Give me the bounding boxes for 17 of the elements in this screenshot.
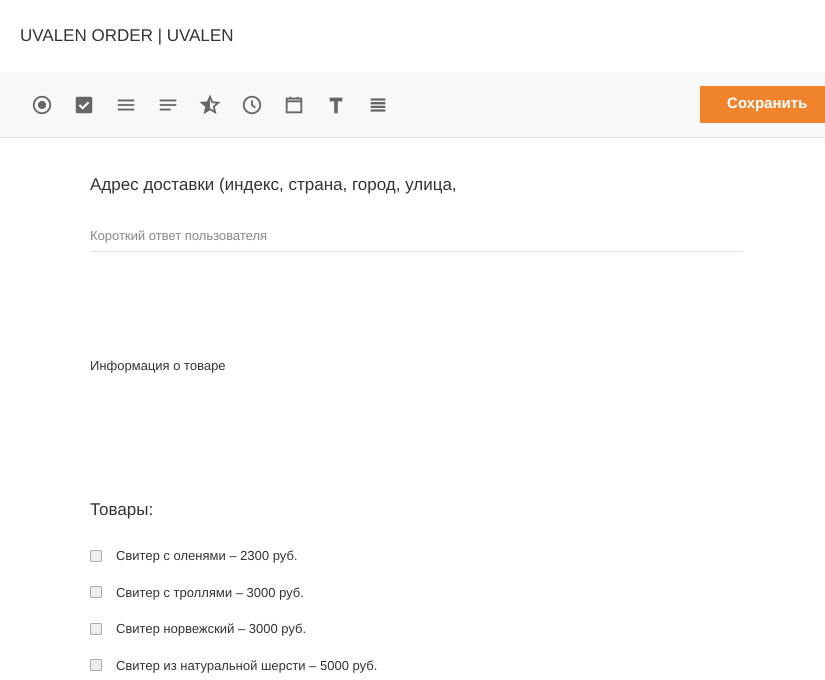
checkbox[interactable] — [90, 622, 102, 635]
question-title: Адрес доставки (индекс, страна, город, улица, — [90, 174, 458, 196]
star-icon[interactable] — [199, 94, 221, 116]
input-field[interactable]: Короткий ответ пользователя — [90, 226, 743, 252]
checkbox[interactable] — [90, 550, 102, 562]
checkbox[interactable] — [90, 586, 102, 598]
option-label: Свитер с оленями – 2300 руб. — [116, 547, 298, 565]
checkbox[interactable] — [90, 659, 102, 672]
option-label: Свитер из натуральной шерсти – 5000 руб. — [116, 656, 378, 675]
info-text: Информация о товаре — [90, 357, 227, 375]
radio-icon[interactable] — [31, 94, 53, 116]
option-label: Свитер с троллями – 3000 руб. — [116, 584, 304, 602]
save-button[interactable]: Сохранить — [700, 86, 825, 123]
clock-icon[interactable] — [241, 94, 263, 116]
option-label: Свитер норвежский – 3000 руб. — [116, 620, 306, 638]
page-title: UVALEN ORDER | UVALEN — [20, 25, 234, 48]
products-title: Товары: — [90, 498, 154, 520]
